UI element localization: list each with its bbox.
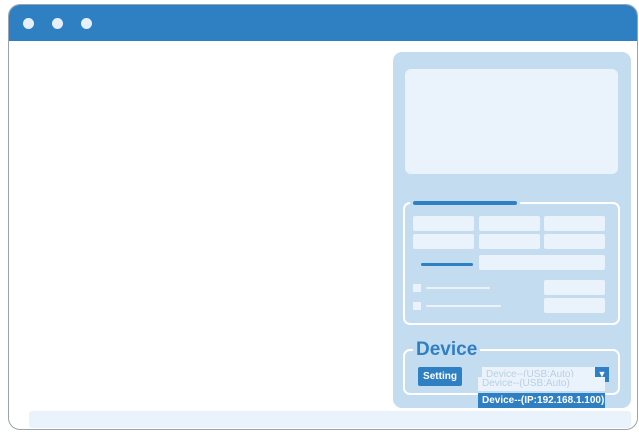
option-field[interactable]: [544, 298, 605, 313]
option-checkbox[interactable]: [413, 284, 421, 292]
settings-group: [403, 201, 620, 325]
grid-field[interactable]: [479, 234, 540, 249]
device-title: Device: [413, 339, 481, 361]
grid-field[interactable]: [544, 234, 605, 249]
maximize-dot[interactable]: [81, 18, 92, 29]
grid-field[interactable]: [544, 216, 605, 231]
option-label: [426, 287, 490, 289]
grid-field[interactable]: [413, 216, 474, 231]
dropdown-option-ip[interactable]: Device--(IP:192.168.1.100): [478, 393, 605, 408]
option-label: [426, 305, 501, 307]
grid-field[interactable]: [413, 234, 474, 249]
minimize-dot[interactable]: [52, 18, 63, 29]
side-panel: Device Setting Device--(USB:Auto) ▼: [393, 52, 631, 408]
preview-area: [405, 69, 618, 174]
settings-group-heading: [413, 201, 517, 205]
option-checkbox[interactable]: [413, 302, 421, 310]
grid-field[interactable]: [479, 216, 540, 231]
status-bar: [29, 411, 631, 428]
subsection-label: [421, 263, 473, 266]
app-window: Device Setting Device--(USB:Auto) ▼: [8, 4, 638, 430]
dropdown-option-usb[interactable]: Device--(USB:Auto): [478, 377, 605, 391]
option-field[interactable]: [544, 280, 605, 295]
title-bar: [9, 5, 637, 41]
wide-field[interactable]: [479, 255, 605, 270]
setting-button[interactable]: Setting: [418, 367, 462, 386]
close-dot[interactable]: [23, 18, 34, 29]
